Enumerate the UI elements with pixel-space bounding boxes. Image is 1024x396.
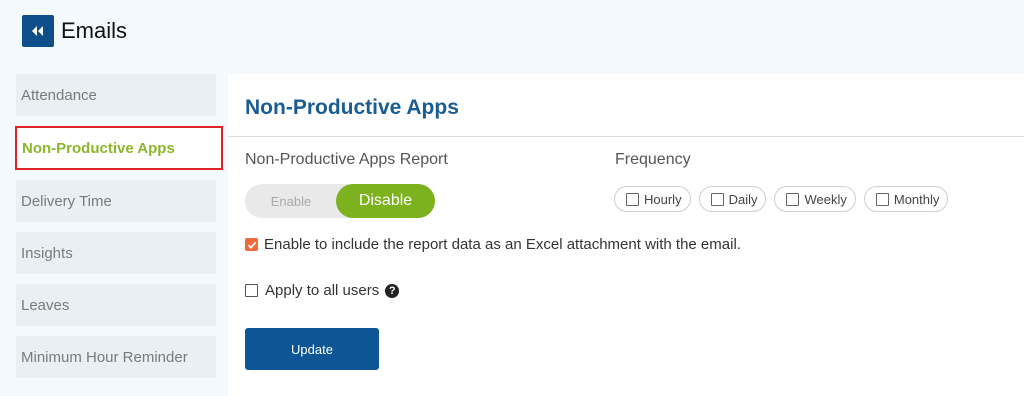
update-button[interactable]: Update	[245, 328, 379, 370]
checkbox-icon[interactable]	[786, 192, 800, 206]
sidebar-item-minimum-hour-reminder[interactable]: Minimum Hour Reminder	[16, 336, 216, 378]
frequency-monthly-label: Monthly	[893, 191, 940, 207]
divider	[228, 136, 1024, 137]
excel-attachment-checkbox[interactable]	[245, 238, 258, 251]
apply-all-users-label: Apply to all users	[265, 282, 380, 299]
frequency-daily-label: Daily	[728, 191, 758, 207]
report-label: Non-Productive Apps Report	[245, 151, 448, 168]
frequency-options: Hourly Daily Weekly Monthly	[614, 186, 956, 212]
back-button[interactable]	[22, 15, 54, 47]
sidebar-item-delivery-time[interactable]: Delivery Time	[16, 180, 216, 222]
sidebar-item-attendance[interactable]: Attendance	[16, 74, 216, 116]
excel-attachment-option: Enable to include the report data as an …	[245, 236, 741, 253]
checkmark-icon	[247, 241, 256, 249]
double-chevron-left-icon	[32, 26, 43, 36]
sidebar: Attendance Non-Productive Apps Delivery …	[15, 74, 223, 388]
sidebar-item-insights[interactable]: Insights	[16, 232, 216, 274]
checkbox-icon[interactable]	[626, 192, 639, 206]
frequency-label: Frequency	[615, 151, 691, 168]
apply-all-users-option: Apply to all users ?	[245, 282, 400, 299]
frequency-weekly-label: Weekly	[804, 191, 847, 207]
frequency-monthly[interactable]: Monthly	[863, 186, 949, 212]
apply-all-users-checkbox[interactable]	[245, 284, 258, 297]
report-toggle[interactable]: Enable Disable	[245, 184, 435, 218]
settings-panel: Non-Productive Apps Non-Productive Apps …	[228, 74, 1024, 396]
excel-attachment-label: Enable to include the report data as an …	[264, 236, 741, 253]
question-circle-icon[interactable]: ?	[385, 283, 400, 298]
panel-title: Non-Productive Apps	[245, 96, 459, 119]
sidebar-item-leaves[interactable]: Leaves	[16, 284, 216, 326]
frequency-daily[interactable]: Daily	[698, 186, 767, 212]
toggle-enable-option[interactable]: Enable	[245, 184, 337, 218]
toggle-disable-option[interactable]: Disable	[336, 184, 435, 218]
sidebar-item-non-productive-apps[interactable]: Non-Productive Apps	[15, 126, 223, 170]
frequency-weekly[interactable]: Weekly	[774, 186, 856, 212]
emails-settings-page: Emails Attendance Non-Productive Apps De…	[0, 0, 1024, 396]
page-title: Emails	[61, 18, 128, 43]
checkbox-icon[interactable]	[710, 192, 724, 206]
frequency-hourly[interactable]: Hourly	[614, 186, 691, 212]
checkbox-icon[interactable]	[875, 192, 889, 206]
frequency-hourly-label: Hourly	[644, 191, 682, 207]
